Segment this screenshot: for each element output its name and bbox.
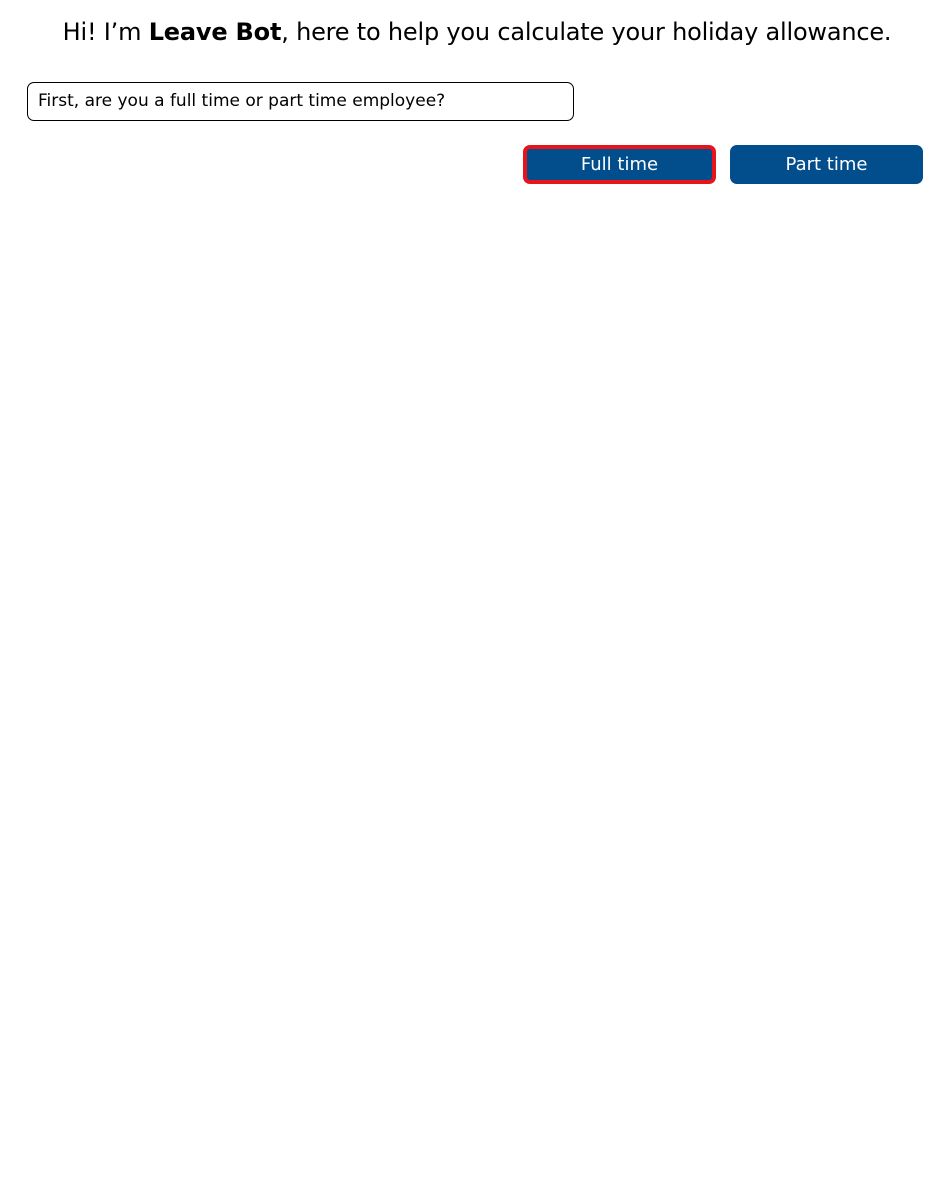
greeting-heading: Hi! I’m Leave Bot, here to help you calc… [0,14,950,50]
bot-message-bubble: First, are you a full time or part time … [27,82,574,121]
greeting-prefix: Hi! I’m [62,18,149,46]
part-time-button[interactable]: Part time [730,145,923,184]
greeting-suffix: , here to help you calculate your holida… [281,18,892,46]
full-time-button[interactable]: Full time [523,145,716,184]
bot-message-text: First, are you a full time or part time … [38,91,446,111]
full-time-button-label: Full time [580,154,659,175]
part-time-button-label: Part time [785,154,868,175]
bot-name: Leave Bot [148,18,282,46]
